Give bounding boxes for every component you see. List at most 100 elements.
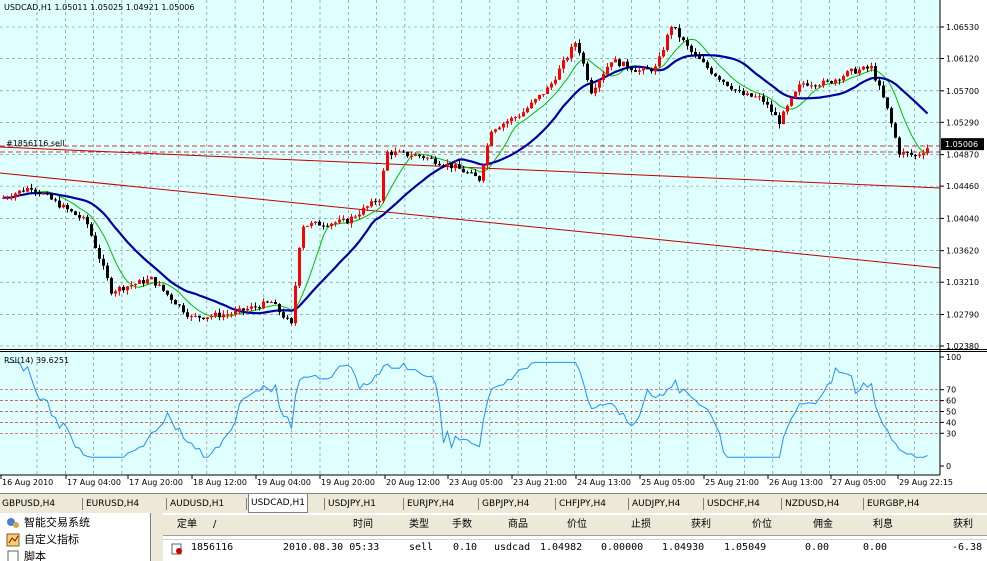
time-tick-label: 27 Aug 05:00 xyxy=(832,478,886,487)
candle-body xyxy=(218,312,221,318)
tab-eurusd-h4[interactable]: EURUSD,H4 xyxy=(84,496,141,512)
candle-body xyxy=(158,284,161,286)
candle-body xyxy=(474,172,477,177)
candle-body xyxy=(806,83,809,86)
tab-audjpy-h4[interactable]: AUDJPY,H4 xyxy=(630,496,682,512)
tab-chfjpy-h4[interactable]: CHFJPY,H4 xyxy=(557,496,608,512)
col-profit[interactable]: 获利 xyxy=(953,515,973,535)
rsi-tick-label: 0 xyxy=(946,462,951,471)
candle-body xyxy=(542,94,545,96)
col-lots[interactable]: 手数 xyxy=(452,515,472,535)
candle-body xyxy=(846,71,849,77)
order-type: sell xyxy=(409,542,434,553)
candle-body xyxy=(678,28,681,38)
candle-body xyxy=(446,163,449,166)
candle-body xyxy=(82,216,85,218)
bottom-panels: 智能交易系统 自定义指标 脚本 定单 / 时间 类型 手数 商品 价位 止损 获… xyxy=(0,513,987,561)
order-open-price: 1.04982 xyxy=(540,542,583,553)
candle-body xyxy=(46,193,49,195)
chart-canvas[interactable]: 1.06530 1.06120 1.05700 1.05290 1.04870 1.044… xyxy=(0,0,987,493)
price-tick-label: 1.06530 xyxy=(946,23,979,32)
candle-body xyxy=(298,247,301,286)
candle-body xyxy=(334,222,337,224)
col-take-profit[interactable]: 获利 xyxy=(691,515,711,535)
candle-body xyxy=(586,63,589,80)
candle-body xyxy=(494,129,497,132)
order-current-price: 1.05049 xyxy=(724,542,767,553)
tab-gbpjpy-h4[interactable]: GBPJPY,H4 xyxy=(480,496,531,512)
candle-body xyxy=(34,189,37,192)
candle-body xyxy=(514,117,517,119)
candle-body xyxy=(634,70,637,72)
col-price[interactable]: 价位 xyxy=(567,515,587,535)
candle-body xyxy=(390,151,393,156)
candle-body xyxy=(346,218,349,224)
candle-body xyxy=(186,312,189,317)
tab-nzdusd-h4[interactable]: NZDUSD,H4 xyxy=(783,496,841,512)
candle-body xyxy=(490,131,493,146)
tab-separator xyxy=(863,498,864,510)
nav-item-scripts[interactable]: 脚本 xyxy=(24,549,46,561)
candle-body xyxy=(94,235,97,248)
tab-usdchf-h4[interactable]: USDCHF,H4 xyxy=(705,496,762,512)
candle-body xyxy=(442,165,445,167)
col-type[interactable]: 类型 xyxy=(409,515,429,535)
candle-body xyxy=(582,52,585,64)
order-symbol: usdcad xyxy=(494,542,531,553)
candle-body xyxy=(626,61,629,68)
col-order[interactable]: 定单 xyxy=(177,515,197,535)
candle-body xyxy=(622,61,625,67)
col-symbol[interactable]: 商品 xyxy=(508,515,528,535)
tab-eurjpy-h4[interactable]: EURJPY,H4 xyxy=(405,496,456,512)
candle-body xyxy=(506,121,509,124)
candle-body xyxy=(614,59,617,63)
candle-body xyxy=(18,190,21,194)
time-tick-label: 16 Aug 2010 xyxy=(2,478,53,487)
tab-audusd-h1[interactable]: AUDUSD,H1 xyxy=(168,496,226,512)
tab-gbpusd-h4[interactable]: GBPUSD,H4 xyxy=(0,496,57,512)
candle-body xyxy=(854,68,857,74)
candle-body xyxy=(450,163,453,169)
rsi-label: RSI(14) 39.6251 xyxy=(4,356,69,365)
candle-body xyxy=(234,310,237,315)
candle-body xyxy=(814,85,817,87)
time-tick-label: 17 Aug 04:00 xyxy=(67,478,121,487)
candle-body xyxy=(734,89,737,91)
candle-body xyxy=(266,301,269,303)
price-chart[interactable]: 1.06530 1.06120 1.05700 1.05290 1.04870 1.044… xyxy=(0,0,987,493)
candle-body xyxy=(642,68,645,71)
order-label: #1856116 sell xyxy=(6,139,64,148)
candle-body xyxy=(778,115,781,125)
candle-body xyxy=(526,108,529,113)
time-tick-label: 29 Aug 22:15 xyxy=(899,478,953,487)
candle-body xyxy=(602,73,605,81)
candle-body xyxy=(554,79,557,84)
candle-body xyxy=(898,137,901,155)
candle-body xyxy=(114,291,117,294)
nav-item-indicators[interactable]: 自定义指标 xyxy=(24,532,79,548)
price-tick-label: 1.04870 xyxy=(946,151,979,160)
col-sort[interactable]: / xyxy=(213,515,216,535)
candle-body xyxy=(458,164,461,169)
col-swap[interactable]: 利息 xyxy=(873,515,893,535)
candle-body xyxy=(566,57,569,61)
candle-body xyxy=(166,290,169,295)
col-stop-loss[interactable]: 止损 xyxy=(631,515,651,535)
candle-body xyxy=(650,69,653,72)
candle-body xyxy=(198,315,201,318)
candle-body xyxy=(830,81,833,84)
candle-body xyxy=(410,155,413,157)
custom-indicator-icon xyxy=(6,533,20,547)
nav-item-experts[interactable]: 智能交易系统 xyxy=(24,515,90,531)
order-commission: 0.00 xyxy=(805,542,830,553)
rsi-tick-label: 70 xyxy=(946,386,956,395)
tab-eurgbp-h4[interactable]: EURGBP,H4 xyxy=(865,496,921,512)
col-time[interactable]: 时间 xyxy=(353,515,373,535)
col-commission[interactable]: 佣金 xyxy=(813,515,833,535)
order-time: 2010.08.30 05:33 xyxy=(283,542,380,553)
tab-usdjpy-h1[interactable]: USDJPY,H1 xyxy=(326,496,378,512)
current-price-label: 1.05006 xyxy=(945,140,978,149)
candle-body xyxy=(906,151,909,153)
col-current-price[interactable]: 价位 xyxy=(752,515,772,535)
tab-usdcad-h1[interactable]: USDCAD,H1 xyxy=(248,494,308,513)
